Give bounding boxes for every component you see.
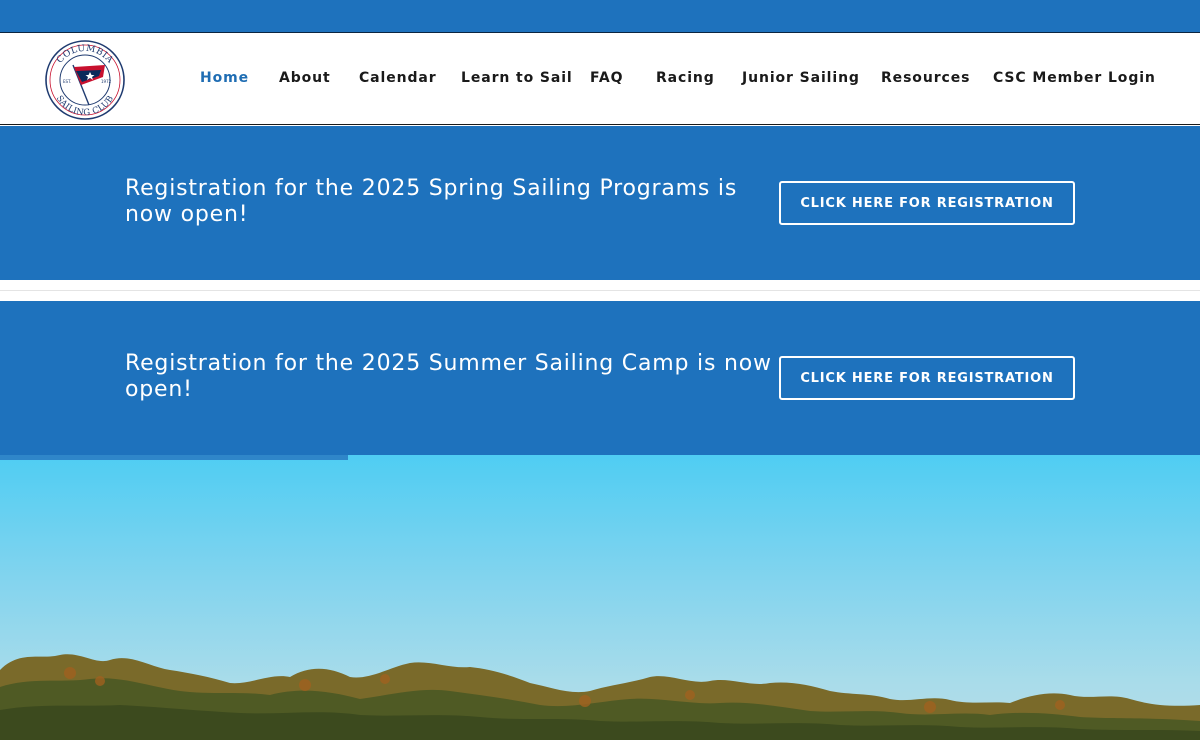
slider-progress-fill	[0, 455, 348, 460]
summer-registration-button[interactable]: CLICK HERE FOR REGISTRATION	[779, 356, 1075, 400]
main-nav: Home About Calendar Learn to Sail FAQ Ra…	[0, 70, 1200, 90]
spring-registration-text: Registration for the 2025 Spring Sailing…	[125, 176, 738, 227]
slider-progress-bar	[0, 455, 1200, 460]
section-divider	[0, 290, 1200, 291]
nav-calendar[interactable]: Calendar	[359, 70, 437, 86]
nav-member-login[interactable]: CSC Member Login	[993, 70, 1156, 86]
site-header: COLUMBIA SAILING CLUB EST. 1972 Home Abo…	[0, 34, 1200, 125]
top-bar	[0, 0, 1200, 33]
spring-registration-banner: Registration for the 2025 Spring Sailing…	[0, 126, 1200, 280]
lake-treeline-photo-icon	[0, 455, 1200, 740]
nav-faq[interactable]: FAQ	[590, 70, 623, 86]
nav-about[interactable]: About	[279, 70, 331, 86]
nav-home[interactable]: Home	[200, 70, 249, 86]
summer-registration-banner: Registration for the 2025 Summer Sailing…	[0, 301, 1200, 455]
hero-image	[0, 455, 1200, 740]
summer-registration-text: Registration for the 2025 Summer Sailing…	[125, 351, 772, 402]
nav-junior-sailing[interactable]: Junior Sailing	[742, 70, 860, 86]
nav-learn-to-sail[interactable]: Learn to Sail	[461, 70, 573, 86]
nav-resources[interactable]: Resources	[881, 70, 970, 86]
nav-racing[interactable]: Racing	[656, 70, 715, 86]
spring-registration-button[interactable]: CLICK HERE FOR REGISTRATION	[779, 181, 1075, 225]
